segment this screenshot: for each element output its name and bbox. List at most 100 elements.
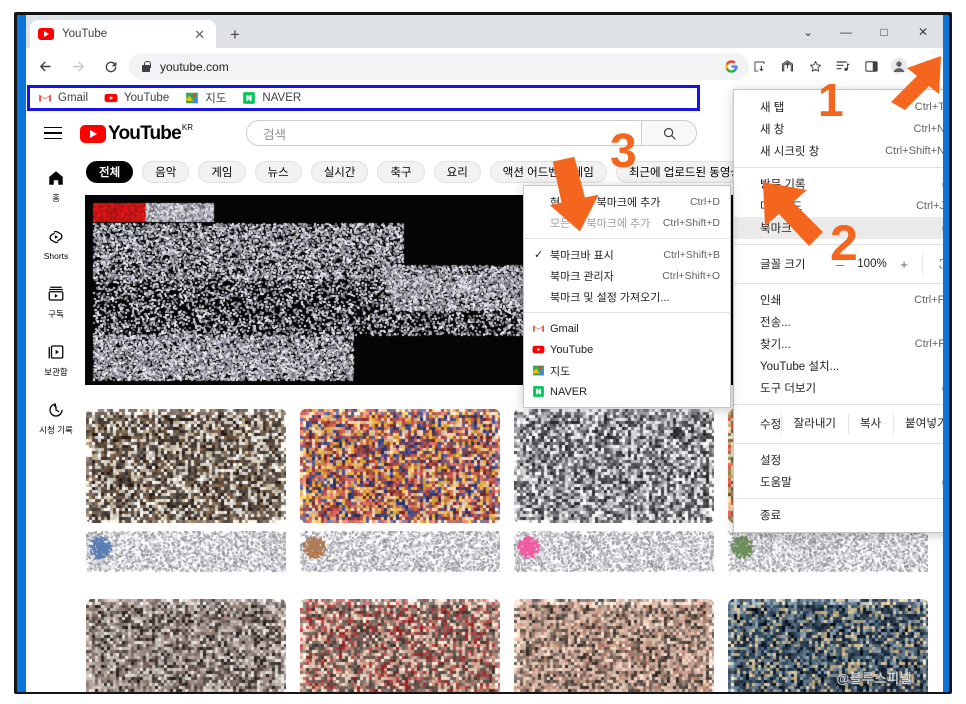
menu-separator [734,167,943,168]
sidebar-item-history[interactable]: 시청 기록 [26,389,86,447]
browser-toolbar: youtube.com [26,48,943,85]
video-card[interactable] [514,409,714,587]
search-input[interactable]: 검색 [246,120,641,146]
submenu-bookmark-maps[interactable]: 지도 [524,360,730,381]
browser-tab-youtube[interactable]: YouTube ✕ [30,20,216,48]
menu-label: 도움말 [760,477,792,489]
sidebar-item-shorts[interactable]: Shorts [26,215,86,273]
share-icon[interactable] [773,52,801,80]
chevron-right-icon: ▸ [942,223,943,234]
menu-item-new-incognito[interactable]: 새 시크릿 창 Ctrl+Shift+N [734,140,943,162]
video-meta [728,531,928,587]
menu-item-print[interactable]: 인쇄 Ctrl+P [734,289,943,311]
submenu-bookmark-youtube[interactable]: YouTube [524,339,730,360]
menu-separator [734,498,943,499]
submenu-label: 현재 탭을 북마크에 추가 [550,196,661,209]
video-card[interactable] [300,409,500,587]
menu-item-more-tools[interactable]: 도구 더보기 ▸ [734,377,943,399]
menu-item-settings[interactable]: 설정 [734,449,943,471]
chip-3[interactable]: 뉴스 [254,161,302,183]
new-tab-button[interactable]: + [224,24,246,46]
menu-label: 북마크 [760,223,792,235]
submenu-item-import-bookmarks-settings[interactable]: 북마크 및 설정 가져오기... [524,286,730,307]
submenu-bookmark-naver[interactable]: NAVER [524,381,730,402]
chrome-menu-icon[interactable] [913,52,941,80]
fullscreen-icon[interactable]: ⛶ [929,257,943,272]
chip-4[interactable]: 실시간 [310,161,369,183]
menu-item-exit[interactable]: 종료 [734,504,943,526]
side-panel-icon[interactable] [857,52,885,80]
google-lens-icon[interactable] [717,52,745,80]
bookmarks-submenu: 현재 탭을 북마크에 추가 Ctrl+D 모든 탭 북마크에 추가 Ctrl+S… [523,185,731,408]
video-thumbnail[interactable] [300,409,500,523]
chip-1[interactable]: 음악 [142,161,190,183]
menu-label: 인쇄 [760,295,782,307]
video-card[interactable] [86,599,286,692]
menu-item-cast[interactable]: 전송... [734,311,943,333]
install-download-icon[interactable] [745,52,773,80]
youtube-logo[interactable]: YouTube KR [80,123,193,144]
submenu-item-bookmark-this-tab[interactable]: 현재 탭을 북마크에 추가 Ctrl+D [524,191,730,212]
youtube-favicon-icon [38,28,54,40]
bookmark-gmail[interactable]: Gmail [38,91,88,105]
paste-button[interactable]: 붙여넣기 [892,414,943,434]
bookmark-label: NAVER [262,92,302,104]
chip-0[interactable]: 전체 [86,161,134,183]
bookmark-youtube[interactable]: YouTube [104,91,169,105]
minimize-icon[interactable]: — [827,15,865,48]
menu-item-help[interactable]: 도움말 ▸ [734,471,943,493]
menu-label: 도구 더보기 [760,383,817,395]
submenu-item-show-bookmarks-bar[interactable]: ✓ 북마크바 표시 Ctrl+Shift+B [524,244,730,265]
submenu-label: Gmail [550,322,579,335]
menu-accel: Ctrl+Shift+N [885,145,943,157]
submenu-label: 모든 탭 북마크에 추가 [550,217,651,230]
bookmark-maps[interactable]: 지도 [185,90,226,106]
sidebar-label: 홈 [52,192,60,203]
menu-item-downloads[interactable]: 다운로드 Ctrl+J [734,195,943,217]
callout-number-3: 3 [610,125,637,178]
video-card[interactable]: @블루스피넬 [728,599,928,692]
callout-number-2: 2 [830,215,858,271]
submenu-accel: Ctrl+Shift+O [662,269,720,282]
profile-avatar-icon[interactable] [885,52,913,80]
video-thumbnail[interactable] [300,599,500,692]
video-card[interactable] [300,599,500,692]
copy-button[interactable]: 복사 [847,414,893,434]
chip-5[interactable]: 축구 [377,161,425,183]
reload-icon[interactable] [97,53,125,81]
menu-separator [734,443,943,444]
video-card[interactable] [514,599,714,692]
menu-item-install-youtube[interactable]: YouTube 설치... [734,355,943,377]
zoom-in-button[interactable]: + [892,257,916,272]
sidebar-item-library[interactable]: 보관함 [26,331,86,389]
guide-menu-icon[interactable] [44,126,62,140]
sidebar-item-home[interactable]: 홈 [26,157,86,215]
chip-2[interactable]: 게임 [198,161,246,183]
video-thumbnail[interactable] [514,409,714,523]
search-button[interactable] [641,120,697,146]
chip-7[interactable]: 액션 어드벤처 게임 [489,161,607,183]
video-thumbnail[interactable] [86,599,286,692]
thumbnail-pixelated [514,409,714,523]
menu-item-find[interactable]: 찾기... Ctrl+F [734,333,943,355]
menu-item-history[interactable]: 방문 기록 ▸ [734,173,943,195]
sidebar-item-subscriptions[interactable]: 구독 [26,273,86,331]
address-bar[interactable]: youtube.com [129,53,749,80]
submenu-item-bookmark-manager[interactable]: 북마크 관리자 Ctrl+Shift+O [524,265,730,286]
meta-pixelated [86,531,286,587]
chip-6[interactable]: 요리 [433,161,481,183]
bookmark-naver[interactable]: NAVER [242,91,301,105]
video-thumbnail[interactable] [514,599,714,692]
tab-close-icon[interactable]: ✕ [191,26,208,43]
submenu-bookmark-gmail[interactable]: Gmail [524,318,730,339]
video-card[interactable] [86,409,286,587]
maximize-icon[interactable]: □ [865,15,903,48]
close-icon[interactable]: ✕ [903,15,943,48]
video-thumbnail[interactable]: @블루스피넬 [728,599,928,692]
tab-search-icon[interactable]: ⌄ [789,15,827,48]
gmail-icon [38,91,52,105]
video-thumbnail[interactable] [86,409,286,523]
back-icon[interactable] [31,53,59,81]
search-icon [663,127,676,140]
cut-button[interactable]: 잘라내기 [781,414,847,434]
